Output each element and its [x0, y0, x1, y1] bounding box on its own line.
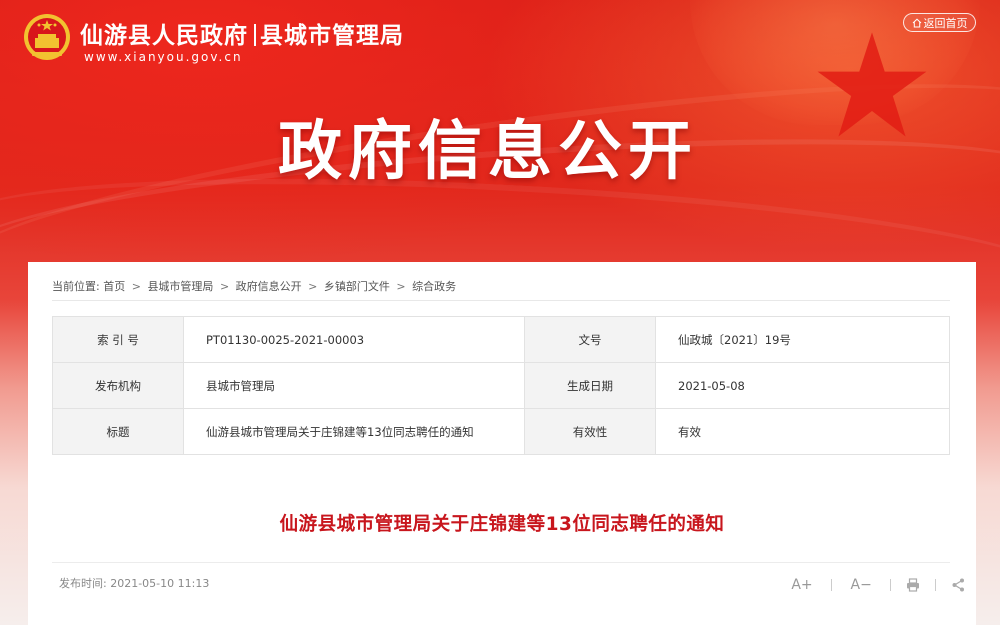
toolbar-divider [890, 578, 892, 591]
breadcrumb-item-general-affairs[interactable]: 综合政务 [412, 280, 456, 293]
title-divider [254, 24, 256, 46]
meta-key: 标题 [52, 408, 184, 455]
breadcrumb-prefix: 当前位置: [52, 280, 100, 293]
breadcrumb-separator: > [219, 280, 230, 293]
meta-key: 发布机构 [52, 362, 184, 409]
breadcrumb-divider [52, 300, 950, 301]
org-name: 仙游县人民政府 [80, 23, 248, 49]
breadcrumb: 当前位置: 首页 > 县城市管理局 > 政府信息公开 > 乡镇部门文件 > 综合… [52, 278, 456, 294]
content-panel: 当前位置: 首页 > 县城市管理局 > 政府信息公开 > 乡镇部门文件 > 综合… [28, 262, 976, 625]
article-toolbar: A+ A− [788, 574, 965, 594]
share-button[interactable] [952, 578, 965, 592]
print-button[interactable] [906, 577, 920, 592]
breadcrumb-separator: > [308, 280, 318, 293]
meta-key: 有效性 [524, 408, 656, 455]
meta-value: 2021-05-08 [655, 362, 950, 409]
breadcrumb-separator: > [396, 280, 406, 293]
meta-key: 索 引 号 [52, 316, 184, 363]
site-url: www.xianyou.gov.cn [84, 50, 243, 64]
breadcrumb-item-department[interactable]: 县城市管理局 [147, 280, 213, 293]
toolbar-divider [935, 578, 937, 591]
breadcrumb-item-home[interactable]: 首页 [103, 280, 125, 293]
toolbar-divider [831, 578, 833, 591]
breadcrumb-item-info-disclosure[interactable]: 政府信息公开 [236, 280, 302, 293]
meta-value: 有效 [655, 408, 950, 455]
banner-title: 政府信息公开 [278, 115, 698, 189]
title-divider [52, 562, 950, 563]
meta-key: 生成日期 [524, 362, 656, 409]
font-decrease-button[interactable]: A− [847, 577, 875, 593]
star-icon [817, 32, 927, 137]
publish-time: 发布时间: 2021-05-10 11:13 [59, 577, 210, 590]
meta-value: 仙政城〔2021〕19号 [655, 316, 950, 363]
meta-value: 仙游县城市管理局关于庄锦建等13位同志聘任的通知 [183, 408, 525, 455]
back-home-label: 返回首页 [923, 17, 968, 30]
document-meta-table: 索 引 号 PT01130-0025-2021-00003 文号 仙政城〔202… [52, 316, 950, 455]
meta-value: PT01130-0025-2021-00003 [183, 316, 525, 363]
table-row: 标题 仙游县城市管理局关于庄锦建等13位同志聘任的通知 有效性 有效 [52, 408, 950, 455]
font-increase-button[interactable]: A+ [788, 577, 816, 593]
print-icon [907, 577, 920, 592]
meta-value: 县城市管理局 [183, 362, 525, 409]
article-title: 仙游县城市管理局关于庄锦建等13位同志聘任的通知 [279, 514, 725, 535]
site-name[interactable]: 仙游县人民政府 县城市管理局 [80, 16, 404, 50]
national-emblem-icon [24, 14, 70, 60]
meta-key: 文号 [524, 316, 656, 363]
back-home-button[interactable]: 返回首页 [903, 13, 976, 32]
home-icon [912, 18, 921, 28]
breadcrumb-item-documents[interactable]: 乡镇部门文件 [324, 280, 390, 293]
share-icon [952, 578, 964, 591]
table-row: 索 引 号 PT01130-0025-2021-00003 文号 仙政城〔202… [52, 316, 950, 363]
dept-name: 县城市管理局 [260, 23, 404, 49]
table-row: 发布机构 县城市管理局 生成日期 2021-05-08 [52, 362, 950, 409]
breadcrumb-separator: > [131, 280, 141, 293]
